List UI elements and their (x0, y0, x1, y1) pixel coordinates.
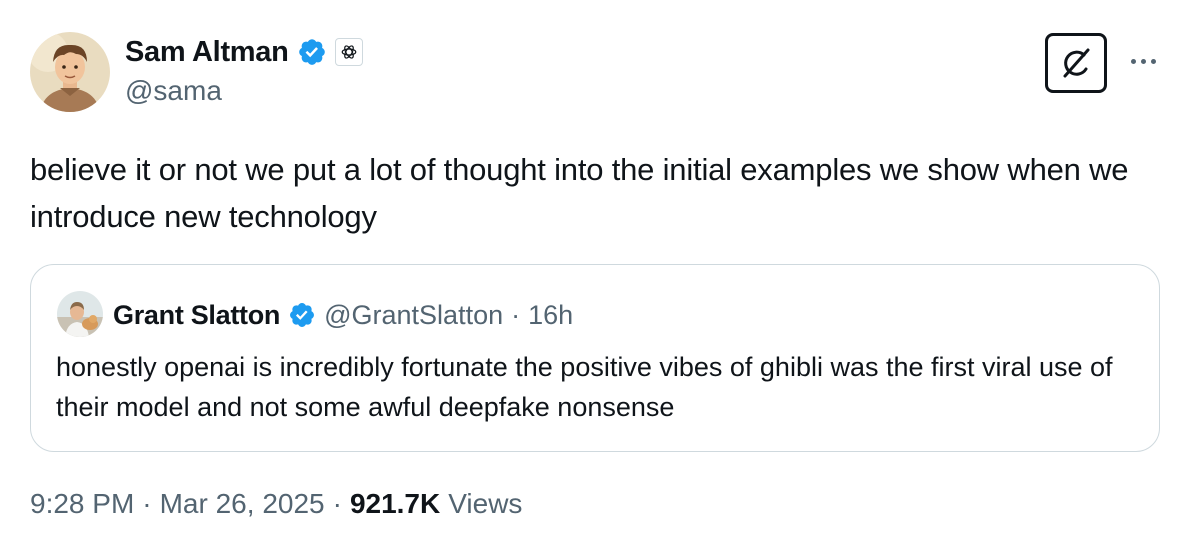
grok-icon (1056, 43, 1096, 83)
quoted-tweet-card[interactable]: Grant Slatton @GrantSlatton · 16h honest… (30, 264, 1160, 452)
meta-separator: · (332, 488, 342, 519)
quoted-separator: · (511, 299, 521, 330)
author-name[interactable]: Sam Altman (125, 36, 289, 69)
tweet-text: believe it or not we put a lot of though… (30, 152, 1129, 234)
verified-badge-icon[interactable] (288, 301, 316, 329)
views-count: 921.7K (349, 488, 441, 519)
tweet-date[interactable]: Mar 26, 2025 (160, 488, 325, 520)
quoted-author-name[interactable]: Grant Slatton (113, 300, 280, 331)
more-options-icon[interactable] (1124, 46, 1162, 76)
quoted-tweet-text: honestly openai is incredibly fortunate … (56, 352, 1113, 422)
quoted-age[interactable]: 16h (528, 300, 573, 331)
tweet-meta: 9:28 PM · Mar 26, 2025 · 921.7K Views (30, 484, 522, 524)
tweet-time[interactable]: 9:28 PM (30, 488, 134, 520)
meta-separator: · (142, 488, 152, 519)
author-avatar[interactable] (30, 32, 110, 112)
quoted-header: Grant Slatton @GrantSlatton · 16h (113, 295, 573, 335)
views-label: Views (448, 488, 523, 519)
grok-button[interactable] (1045, 33, 1107, 93)
author-name-row: Sam Altman (125, 32, 363, 72)
author-handle[interactable]: @sama (125, 75, 222, 107)
quoted-author-handle[interactable]: @GrantSlatton (324, 300, 503, 331)
verified-badge-icon[interactable] (297, 37, 327, 67)
openai-logo-icon[interactable] (334, 38, 363, 66)
quoted-author-avatar[interactable] (57, 291, 103, 337)
